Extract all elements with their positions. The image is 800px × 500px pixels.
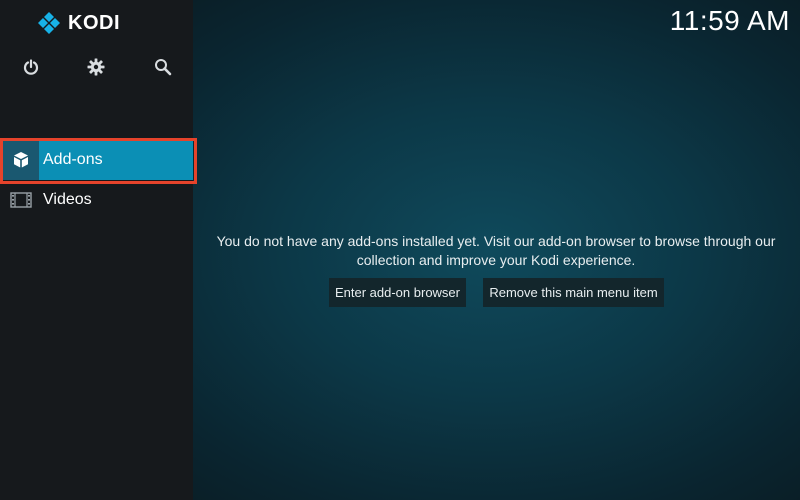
remove-main-menu-item-button[interactable]: Remove this main menu item xyxy=(483,278,664,307)
clock: 11:59 AM xyxy=(669,5,790,36)
top-icon-bar xyxy=(0,57,193,77)
empty-addons-message: You do not have any add-ons installed ye… xyxy=(216,233,776,268)
sidebar-item-label: Videos xyxy=(43,191,92,208)
power-icon[interactable] xyxy=(21,57,41,77)
sidebar-item-addons[interactable]: Add-ons xyxy=(0,138,197,184)
sidebar-item-videos[interactable]: Videos xyxy=(2,180,193,220)
kodi-home-screen: KODI Add-ons Videos 11:59 AM You do not … xyxy=(0,0,800,500)
sidebar: KODI Add-ons Videos xyxy=(0,0,197,500)
film-strip-icon xyxy=(2,180,39,220)
action-buttons: Enter add-on browser Remove this main me… xyxy=(0,278,800,307)
enter-addon-browser-button[interactable]: Enter add-on browser xyxy=(329,278,466,307)
gear-icon[interactable] xyxy=(86,57,106,77)
kodi-logo-icon xyxy=(38,12,60,34)
search-icon[interactable] xyxy=(153,57,173,77)
kodi-logo: KODI xyxy=(37,11,120,35)
addons-box-icon xyxy=(2,140,39,180)
app-name: KODI xyxy=(68,11,120,34)
sidebar-item-label: Add-ons xyxy=(43,151,103,168)
